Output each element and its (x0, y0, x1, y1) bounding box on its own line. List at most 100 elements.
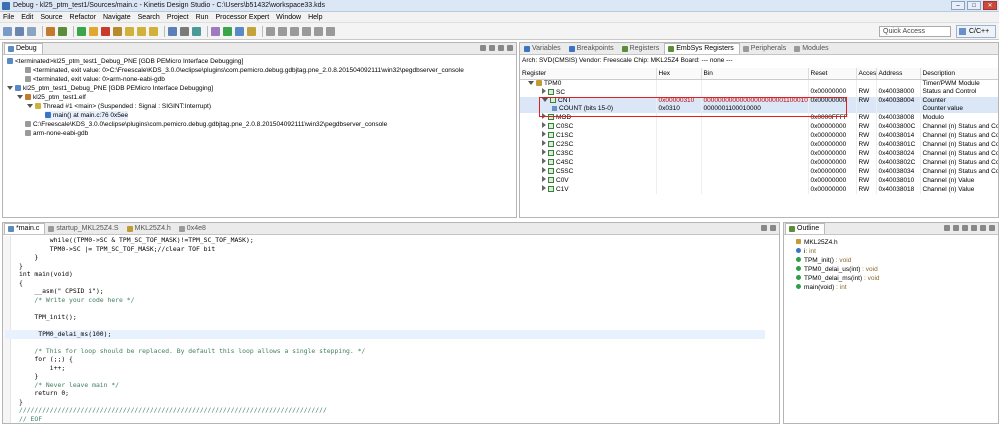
expand-arrow-icon[interactable] (542, 97, 548, 102)
open-type-icon[interactable] (278, 26, 287, 36)
minimize-view-icon[interactable] (761, 225, 767, 231)
tab-main-c[interactable]: *main.c (4, 223, 46, 234)
step-return-icon[interactable] (149, 26, 158, 36)
maximize-button[interactable]: □ (967, 1, 981, 10)
col-address[interactable]: Address (876, 68, 921, 80)
register-row[interactable]: C0SC 0x00000000 RW 0x4003800C Channel (n) St… (520, 122, 998, 132)
menu-source[interactable]: Source (40, 14, 62, 21)
build-config-icon[interactable] (58, 26, 67, 36)
forward-icon[interactable] (326, 26, 335, 36)
tab-breakpoints[interactable]: Breakpoints (566, 43, 619, 54)
menu-file[interactable]: File (3, 14, 14, 21)
hide-fields-icon[interactable] (953, 225, 959, 231)
tab-debug[interactable]: Debug (4, 43, 43, 54)
tab-modules[interactable]: Modules (791, 43, 833, 54)
view-menu-icon[interactable] (971, 225, 977, 231)
register-row[interactable]: COUNT (bits 15-0) 0x0310 0000001100010000 C… (520, 104, 998, 114)
col-reset[interactable]: Reset (808, 68, 857, 80)
minimize-view-icon[interactable] (498, 45, 504, 51)
perspective-button[interactable]: C/C++ (956, 25, 996, 38)
collapse-icon[interactable] (480, 45, 486, 51)
tab-mkl25z4-h[interactable]: MKL25Z4.h (124, 223, 176, 234)
collapsed-arrow-icon[interactable] (542, 131, 546, 138)
maximize-view-icon[interactable] (989, 225, 995, 231)
collapsed-arrow-icon[interactable] (542, 140, 546, 147)
tab-peripherals[interactable]: Peripherals (740, 43, 791, 54)
menu-help[interactable]: Help (308, 14, 322, 21)
outline-item[interactable]: TPM_init() : void (796, 256, 851, 265)
debug-tree-item[interactable]: <terminated>kl25_ptm_test1_Debug_PNE [GD… (7, 57, 243, 66)
outline-item[interactable]: TPM0_delai_ms(int) : void (796, 274, 880, 283)
register-row[interactable]: C3SC 0x00000000 RW 0x40038024 Channel (n) St… (520, 149, 998, 159)
debug-tree-item[interactable]: kl25_ptm_test1.elf (17, 93, 86, 102)
minimize-view-icon[interactable] (980, 225, 986, 231)
profile-icon[interactable] (247, 26, 256, 36)
menu-window[interactable]: Window (276, 14, 301, 21)
expand-arrow-icon[interactable] (528, 80, 534, 85)
maximize-view-icon[interactable] (507, 45, 513, 51)
next-annotation-icon[interactable] (290, 26, 299, 36)
run-icon[interactable] (223, 26, 232, 36)
external-tools-icon[interactable] (211, 26, 220, 36)
build-icon[interactable] (46, 26, 55, 36)
debug-icon[interactable] (235, 26, 244, 36)
new-icon[interactable] (3, 26, 12, 36)
col-register[interactable]: Register (520, 68, 657, 80)
col-hex[interactable]: Hex (656, 68, 702, 80)
register-row[interactable]: C2SC 0x00000000 RW 0x4003801C Channel (n) St… (520, 140, 998, 150)
close-button[interactable]: ✕ (983, 1, 997, 10)
minimize-button[interactable]: – (951, 1, 965, 10)
collapsed-arrow-icon[interactable] (542, 158, 546, 165)
debug-tree-item[interactable]: C:\Freescale\KDS_3.0.0\eclipse\plugins\c… (25, 120, 387, 129)
collapsed-arrow-icon[interactable] (542, 113, 546, 120)
step-into-icon[interactable] (125, 26, 134, 36)
register-row[interactable]: C0V 0x00000000 RW 0x40038010 Channel (n) Val… (520, 176, 998, 186)
prev-annotation-icon[interactable] (302, 26, 311, 36)
resume-icon[interactable] (77, 26, 86, 36)
outline-item[interactable]: main(void) : int (796, 283, 847, 292)
tab-startup-s[interactable]: startup_MKL25Z4.S (45, 223, 123, 234)
save-icon[interactable] (15, 26, 24, 36)
maximize-view-icon[interactable] (770, 225, 776, 231)
debug-tree-item[interactable]: <terminated, exit value: 0>arm-none-eabi… (25, 75, 165, 84)
collapsed-arrow-icon[interactable] (542, 149, 546, 156)
terminate-icon[interactable] (101, 26, 110, 36)
col-description[interactable]: Description (920, 68, 998, 80)
outline-item[interactable]: MKL25Z4.h (796, 238, 838, 247)
quick-access-input[interactable]: Quick Access (879, 26, 951, 37)
menu-search[interactable]: Search (138, 14, 160, 21)
tab-variables[interactable]: Variables (521, 43, 566, 54)
debug-tree-item[interactable]: kl25_ptm_test1_Debug_PNE [GDB PEMicro In… (7, 84, 213, 93)
instruction-step-icon[interactable] (168, 26, 177, 36)
collapsed-arrow-icon[interactable] (542, 176, 546, 183)
outline-item[interactable]: i: int (796, 247, 816, 256)
menu-processor-expert[interactable]: Processor Expert (215, 14, 269, 21)
register-row[interactable]: MOD 0x0000FFFF RW 0x40038008 Modulo (520, 113, 998, 123)
tab-outline[interactable]: Outline (785, 223, 826, 234)
debug-tree-item[interactable]: Thread #1 <main> (Suspended : Signal : S… (27, 102, 211, 111)
search-icon[interactable] (266, 26, 275, 36)
collapsed-arrow-icon[interactable] (542, 87, 546, 94)
register-row[interactable]: SC 0x00000000 RW 0x40038000 Status and Contr… (520, 87, 998, 97)
menu-edit[interactable]: Edit (21, 14, 33, 21)
register-row[interactable]: TPM0 Timer/PWM Module (520, 79, 998, 88)
reset-icon[interactable] (180, 26, 189, 36)
register-row[interactable]: CNT 0x00000310 000000000000000000000011000… (520, 96, 998, 105)
collapsed-arrow-icon[interactable] (542, 167, 546, 174)
save-all-icon[interactable] (27, 26, 36, 36)
col-access[interactable]: Access (856, 68, 877, 80)
back-icon[interactable] (314, 26, 323, 36)
collapsed-arrow-icon[interactable] (542, 185, 546, 192)
tab-registers[interactable]: Registers (619, 43, 665, 54)
stack-frame-item[interactable]: main() at main.c:76 0x5ee (45, 111, 129, 120)
menu-navigate[interactable]: Navigate (103, 14, 131, 21)
collapsed-arrow-icon[interactable] (542, 122, 546, 129)
menu-project[interactable]: Project (167, 14, 189, 21)
suspend-icon[interactable] (89, 26, 98, 36)
step-over-icon[interactable] (137, 26, 146, 36)
restart-icon[interactable] (192, 26, 201, 36)
outline-item[interactable]: TPM0_delai_us(int) : void (796, 265, 878, 274)
view-menu-icon[interactable] (489, 45, 495, 51)
menu-refactor[interactable]: Refactor (70, 14, 96, 21)
register-row[interactable]: C4SC 0x00000000 RW 0x4003802C Channel (n) St… (520, 158, 998, 168)
